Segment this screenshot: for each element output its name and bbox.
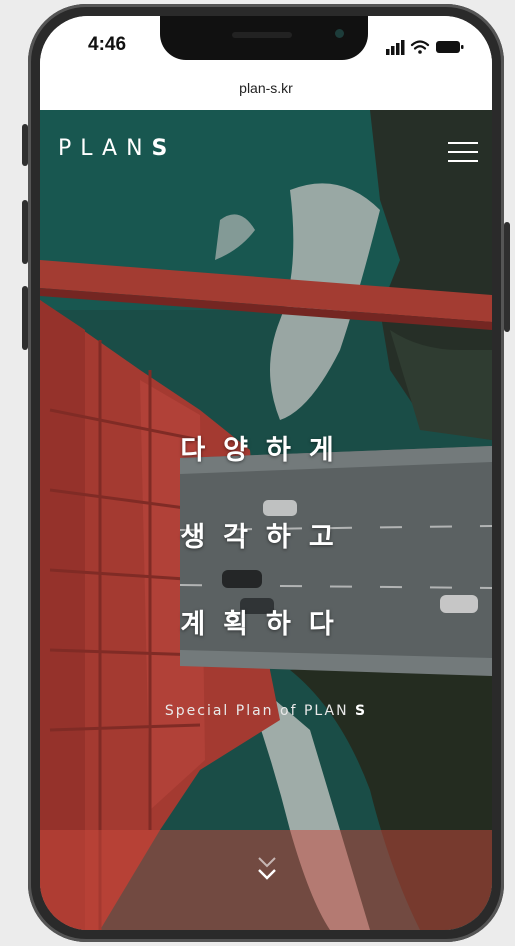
volume-up-button bbox=[22, 200, 28, 264]
status-icons bbox=[386, 40, 464, 55]
front-camera bbox=[335, 29, 344, 38]
speaker bbox=[232, 32, 292, 38]
phone-screen: 4:46 plan-s.kr PLANS 다양하게 생각하고 계획하다 Spec… bbox=[40, 16, 492, 930]
headline-line-2: 생각하고 bbox=[180, 522, 352, 553]
phone-frame: 4:46 plan-s.kr PLANS 다양하게 생각하고 계획하다 Spec… bbox=[22, 4, 510, 942]
signal-icon bbox=[386, 40, 405, 55]
mute-switch bbox=[22, 124, 28, 166]
chevron-down-icon[interactable] bbox=[255, 850, 279, 890]
power-button bbox=[504, 222, 510, 332]
browser-url[interactable]: plan-s.kr bbox=[40, 76, 492, 110]
volume-down-button bbox=[22, 286, 28, 350]
status-time: 4:46 bbox=[88, 34, 127, 55]
site-logo[interactable]: PLANS bbox=[58, 136, 176, 161]
hamburger-menu-icon[interactable] bbox=[448, 142, 478, 164]
logo-s: S bbox=[151, 136, 177, 161]
logo-text: PLAN bbox=[58, 136, 152, 161]
tagline-s: S bbox=[355, 703, 368, 719]
status-bar: 4:46 bbox=[40, 16, 492, 76]
notch bbox=[160, 16, 368, 60]
wifi-icon bbox=[410, 40, 430, 54]
hero-tagline: Special Plan of PLAN S bbox=[40, 703, 492, 719]
headline-line-3: 계획하다 bbox=[180, 609, 352, 640]
tagline-text: Special Plan of PLAN bbox=[164, 703, 349, 719]
hero-section: PLANS 다양하게 생각하고 계획하다 Special Plan of PLA… bbox=[40, 110, 492, 930]
headline-line-1: 다양하게 bbox=[180, 435, 352, 466]
battery-icon bbox=[436, 41, 464, 53]
